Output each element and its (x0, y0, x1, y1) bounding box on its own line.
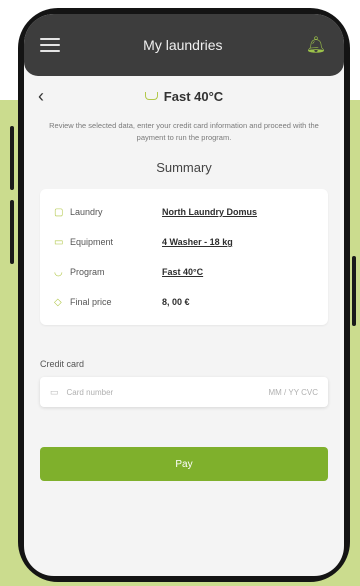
intro-text: Review the selected data, enter your cre… (49, 121, 319, 142)
summary-row-equipment: ▭ Equipment 4 Washer - 18 kg (54, 227, 314, 257)
card-number-placeholder[interactable]: Card number (67, 388, 269, 397)
summary-row-price: ◇ Final price 8, 00 € (54, 287, 314, 317)
page-header: ‹ Fast 40°C (24, 76, 344, 116)
summary-row-program: ◡ Program Fast 40°C (54, 257, 314, 287)
summary-label: Laundry (70, 207, 103, 217)
washer-icon: ▭ (54, 236, 64, 248)
summary-label: Program (70, 267, 105, 277)
pay-button[interactable]: Pay (40, 447, 328, 481)
program-icon (144, 92, 158, 100)
back-arrow-icon[interactable]: ‹ (38, 86, 44, 106)
laundry-icon: ▢ (54, 206, 64, 218)
program-title-text: Fast 40°C (163, 88, 224, 104)
volume-down-button (10, 200, 14, 264)
credit-card-label: Credit card (40, 359, 85, 369)
summary-label: Final price (70, 297, 112, 307)
program-icon: ◡ (54, 266, 63, 278)
program-title: Fast 40°C (144, 88, 224, 104)
final-price-value: 8, 00 € (162, 297, 190, 307)
volume-up-button (10, 126, 14, 190)
summary-label: Equipment (70, 237, 114, 247)
expiry-cvc-placeholder[interactable]: MM / YY CVC (269, 388, 319, 397)
credit-card-icon: ▭ (50, 386, 59, 397)
summary-heading: Summary (156, 160, 212, 175)
power-button (352, 256, 356, 326)
equipment-link[interactable]: 4 Washer - 18 kg (162, 237, 233, 247)
credit-card-input[interactable]: ▭ Card number MM / YY CVC (40, 377, 328, 407)
summary-row-laundry: ▢ Laundry North Laundry Domus (54, 197, 314, 227)
price-tag-icon: ◇ (54, 296, 62, 308)
hamburger-menu-icon[interactable] (40, 38, 60, 52)
phone-screen: My laundries 🔔︎ ‹ Fast 40°C Review the s… (24, 14, 344, 576)
program-link[interactable]: Fast 40°C (162, 267, 203, 277)
summary-card: ▢ Laundry North Laundry Domus ▭ Equipmen… (40, 189, 328, 325)
notification-bell-icon[interactable]: 🔔︎ (306, 35, 326, 55)
laundry-link[interactable]: North Laundry Domus (162, 207, 257, 217)
top-app-bar: My laundries 🔔︎ (24, 14, 344, 76)
app-title: My laundries (143, 37, 223, 53)
